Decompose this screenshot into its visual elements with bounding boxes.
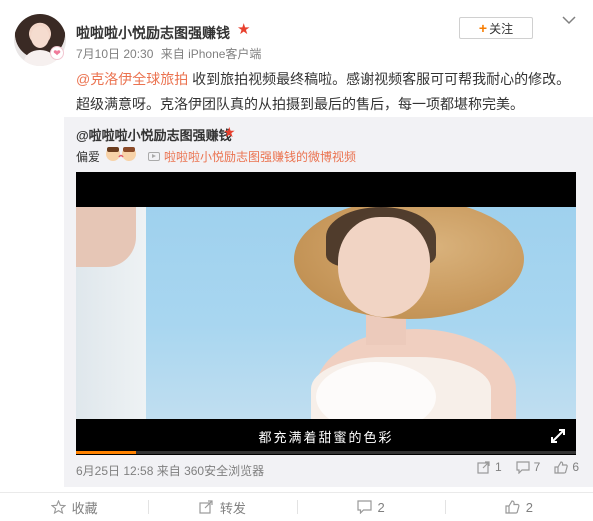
pianai-label: 偏爱 (76, 150, 101, 164)
vip-star-icon[interactable]: ★ (223, 124, 236, 141)
share-icon (477, 460, 490, 474)
vip-star-icon[interactable]: ★ (237, 22, 250, 37)
original-username[interactable]: @啦啦啦小悦励志图强赚钱 (76, 125, 232, 144)
video-player[interactable]: 都充满着甜蜜的色彩 (76, 172, 576, 455)
plus-icon: + (478, 20, 488, 36)
video-progress-bar[interactable] (76, 451, 576, 454)
post-meta: 7月10日 20:30 来自 iPhone客户端 (76, 45, 265, 62)
follow-label: 关注 (489, 21, 514, 36)
action-bar: 收藏 转发 2 2 (0, 492, 593, 521)
avatar-face (31, 26, 49, 48)
original-share-count: 1 (494, 460, 502, 474)
comment-icon (516, 460, 530, 474)
original-comment-button[interactable]: 7 (516, 460, 541, 474)
mention-link[interactable]: @克洛伊全球旅拍 (76, 71, 188, 87)
original-like-button[interactable]: 6 (554, 460, 579, 474)
repost-card: @啦啦啦小悦励志图强赚钱 ★ 偏爱 啦啦啦小悦励志图强赚钱的微博视频 都充满着甜… (64, 117, 593, 487)
forward-button[interactable]: 转发 (148, 493, 296, 521)
comment-button[interactable]: 2 (296, 493, 445, 521)
like-button[interactable]: 2 (444, 493, 593, 521)
couple-emoji-icon (106, 147, 136, 161)
favorite-button[interactable]: 收藏 (0, 493, 148, 521)
weibo-post: ❤ 啦啦啦小悦励志图强赚钱 ★ 7月10日 20:30 来自 iPhone客户端… (0, 0, 593, 521)
original-meta: 6月25日 12:58 来自 360安全浏览器 (76, 462, 264, 479)
post-date[interactable]: 7月10日 20:30 (76, 47, 153, 61)
star-outline-icon (50, 500, 66, 514)
comment-icon (356, 500, 372, 514)
forward-label: 转发 (219, 500, 246, 516)
share-icon (199, 500, 213, 514)
thumbs-up-icon (505, 500, 520, 514)
original-share-button[interactable]: 1 (477, 460, 502, 474)
original-actions: 1 7 6 (477, 460, 579, 474)
username[interactable]: 啦啦啦小悦励志图强赚钱 (76, 23, 230, 43)
video-man-head (76, 207, 136, 267)
video-face (338, 217, 430, 317)
chevron-down-icon[interactable] (562, 15, 576, 25)
like-count: 2 (525, 499, 533, 515)
original-comment-count: 7 (533, 460, 541, 474)
video-link[interactable]: 啦啦啦小悦励志图强赚钱的微博视频 (148, 148, 356, 165)
video-icon (148, 152, 160, 161)
fullscreen-icon[interactable] (550, 428, 566, 444)
video-link-label: 啦啦啦小悦励志图强赚钱的微博视频 (164, 150, 357, 164)
post-text: @克洛伊全球旅拍 收到旅拍视频最终稿啦。感谢视频客服可可帮我耐心的修改。超级满意… (76, 67, 576, 117)
thumbs-up-icon (554, 460, 569, 474)
original-source: 来自 360安全浏览器 (156, 464, 265, 478)
post-source: 来自 iPhone客户端 (160, 47, 262, 61)
heart-badge-icon: ❤ (50, 46, 64, 60)
favorite-label: 收藏 (71, 500, 98, 516)
follow-button[interactable]: + 关注 (459, 17, 533, 39)
video-subtitle: 都充满着甜蜜的色彩 (258, 431, 394, 446)
comment-count: 2 (377, 499, 385, 515)
video-frame (76, 207, 576, 419)
original-date[interactable]: 6月25日 12:58 (76, 464, 153, 478)
original-like-count: 6 (572, 460, 579, 474)
video-progress-fill (76, 451, 136, 454)
